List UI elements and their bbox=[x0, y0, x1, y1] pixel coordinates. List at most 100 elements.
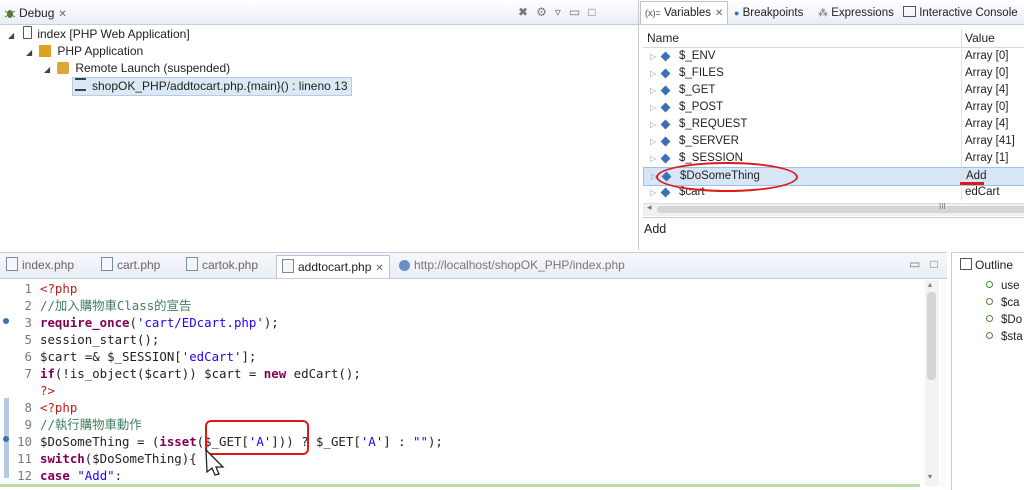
column-value-header[interactable]: Value bbox=[961, 29, 995, 47]
line-number: 9 bbox=[24, 417, 32, 432]
line-number: 10 bbox=[17, 434, 32, 449]
variable-row[interactable]: ▷ $_GET Array [4] bbox=[643, 82, 1024, 99]
tree-item-php-application[interactable]: ◢ PHP Application bbox=[26, 43, 143, 60]
code-text: <?php bbox=[40, 400, 78, 415]
tree-item-index[interactable]: ◢ index [PHP Web Application] bbox=[8, 26, 190, 43]
variable-name: $_GET bbox=[679, 84, 716, 96]
expand-icon[interactable]: ▷ bbox=[650, 133, 656, 150]
variable-row[interactable]: ▷ $_FILES Array [0] bbox=[643, 65, 1024, 82]
scroll-thumb[interactable] bbox=[657, 206, 1024, 213]
tab-label: cartok.php bbox=[202, 258, 259, 272]
horizontal-scrollbar[interactable]: ◂ III bbox=[643, 202, 1024, 216]
outline-item[interactable]: $Do bbox=[986, 312, 1022, 329]
variable-icon bbox=[660, 136, 671, 147]
tab-interactive-console[interactable]: Interactive Console bbox=[903, 4, 1018, 23]
tab-browser[interactable]: http://localhost/shopOK_PHP/index.php bbox=[399, 256, 625, 275]
remove-launches-icon[interactable]: ✖ bbox=[518, 5, 536, 19]
tab-variables[interactable]: (x)= Variables ✕ bbox=[640, 1, 729, 24]
code-text: require_once('cart/EDcart.php'); bbox=[40, 315, 279, 330]
code-text: session_start(); bbox=[40, 332, 160, 347]
tab-outline[interactable]: Outline bbox=[960, 256, 1013, 275]
outline-item[interactable]: $sta bbox=[986, 329, 1023, 346]
close-icon[interactable]: ✕ bbox=[715, 8, 723, 19]
expand-icon[interactable]: ▷ bbox=[650, 65, 656, 82]
tab-label: http://localhost/shopOK_PHP/index.php bbox=[414, 258, 625, 272]
settings-icon[interactable]: ⚙ bbox=[536, 5, 555, 19]
code-line[interactable]: 12 case "Add": bbox=[0, 467, 920, 487]
variable-name: $_SERVER bbox=[679, 135, 739, 147]
scroll-grip: III bbox=[939, 202, 946, 211]
variable-value: Array [4] bbox=[961, 116, 1024, 133]
expressions-icon: ⁂ bbox=[818, 8, 828, 19]
scroll-down-icon[interactable]: ▾ bbox=[928, 472, 932, 481]
close-icon[interactable]: ✕ bbox=[58, 9, 66, 20]
expand-icon[interactable]: ▷ bbox=[650, 150, 656, 167]
expand-icon[interactable]: ◢ bbox=[44, 61, 54, 78]
tab-cart-php[interactable]: cart.php bbox=[101, 256, 160, 275]
variable-icon bbox=[660, 187, 671, 198]
view-menu-icon[interactable]: ▿ bbox=[555, 5, 569, 19]
expand-icon[interactable]: ▷ bbox=[650, 48, 656, 65]
variable-name: $_ENV bbox=[679, 50, 716, 62]
field-icon bbox=[986, 315, 993, 322]
outline-item[interactable]: $ca bbox=[986, 295, 1020, 312]
expand-icon[interactable]: ▷ bbox=[650, 82, 656, 99]
tab-debug-label: Debug bbox=[19, 6, 55, 20]
variable-row[interactable]: ▷ $_SERVER Array [41] bbox=[643, 133, 1024, 150]
variable-icon bbox=[660, 153, 671, 164]
tree-label: shopOK_PHP/addtocart.php.{main}() : line… bbox=[92, 79, 348, 93]
tab-cartok-php[interactable]: cartok.php bbox=[186, 256, 258, 275]
tab-outline-label: Outline bbox=[975, 258, 1014, 272]
variable-row[interactable]: ▷ $_POST Array [0] bbox=[643, 99, 1024, 116]
value-underline-mark bbox=[960, 182, 984, 185]
outline-item-label: $sta bbox=[1001, 331, 1023, 343]
variable-detail-pane[interactable]: Add bbox=[643, 217, 1024, 251]
tab-debug[interactable]: Debug ✕ bbox=[4, 4, 67, 23]
outline-item[interactable]: use bbox=[986, 278, 1020, 295]
stack-frame-icon bbox=[75, 78, 86, 91]
variable-row[interactable]: ▷ $_ENV Array [0] bbox=[643, 48, 1024, 65]
variable-row[interactable]: ▷ $_REQUEST Array [4] bbox=[643, 116, 1024, 133]
detail-text: Add bbox=[644, 222, 667, 236]
line-number: 7 bbox=[24, 366, 32, 381]
cursor-hand-icon bbox=[203, 447, 229, 480]
code-text: ?> bbox=[40, 383, 55, 398]
column-name-header[interactable]: Name bbox=[647, 29, 679, 47]
expand-icon[interactable]: ◢ bbox=[8, 27, 18, 44]
scroll-left-icon[interactable]: ◂ bbox=[647, 202, 652, 213]
code-text: //加入購物車Class的宣告 bbox=[40, 298, 192, 313]
tab-index-php[interactable]: index.php bbox=[6, 256, 74, 275]
outline-item-label: $Do bbox=[1001, 314, 1023, 326]
variable-value: edCart bbox=[961, 184, 1024, 201]
expand-icon[interactable]: ▷ bbox=[650, 184, 656, 201]
maximize-icon[interactable]: □ bbox=[588, 5, 603, 19]
editor-vertical-scrollbar[interactable]: ▴ ▾ bbox=[925, 280, 939, 486]
maximize-icon[interactable]: □ bbox=[930, 257, 947, 271]
outline-item-label: use bbox=[1001, 280, 1020, 292]
expand-icon[interactable]: ◢ bbox=[26, 44, 36, 61]
tab-breakpoints[interactable]: ● Breakpoints bbox=[734, 4, 803, 23]
tree-item-remote-launch[interactable]: ◢ Remote Launch (suspended) bbox=[44, 60, 230, 77]
scroll-up-icon[interactable]: ▴ bbox=[928, 280, 932, 289]
close-icon[interactable]: ✕ bbox=[375, 263, 383, 274]
variable-name: $_POST bbox=[679, 101, 724, 113]
scroll-thumb[interactable] bbox=[927, 292, 936, 380]
tab-addtocart-php[interactable]: addtocart.php ✕ bbox=[276, 255, 390, 278]
variable-name: $_FILES bbox=[679, 67, 724, 79]
gutter-marker-line3 bbox=[3, 318, 9, 324]
code-text: switch($DoSomeThing){ bbox=[40, 451, 197, 466]
tab-expressions[interactable]: ⁂ Expressions bbox=[818, 4, 894, 23]
minimize-icon[interactable]: ▭ bbox=[569, 5, 588, 19]
variable-icon bbox=[660, 119, 671, 130]
variable-value: Array [0] bbox=[961, 99, 1024, 116]
code-text: case "Add": bbox=[40, 468, 123, 483]
tree-item-stackframe[interactable]: shopOK_PHP/addtocart.php.{main}() : line… bbox=[72, 77, 352, 96]
breakpoints-icon: ● bbox=[734, 8, 740, 18]
code-text: //執行購物車動作 bbox=[40, 417, 142, 432]
expand-icon[interactable]: ▷ bbox=[650, 116, 656, 133]
minimize-icon[interactable]: ▭ bbox=[909, 257, 930, 271]
variable-value: Array [4] bbox=[961, 82, 1024, 99]
expand-icon[interactable]: ▷ bbox=[650, 99, 656, 116]
line-number: 5 bbox=[24, 332, 32, 347]
variables-header: Name Value bbox=[643, 29, 1024, 48]
